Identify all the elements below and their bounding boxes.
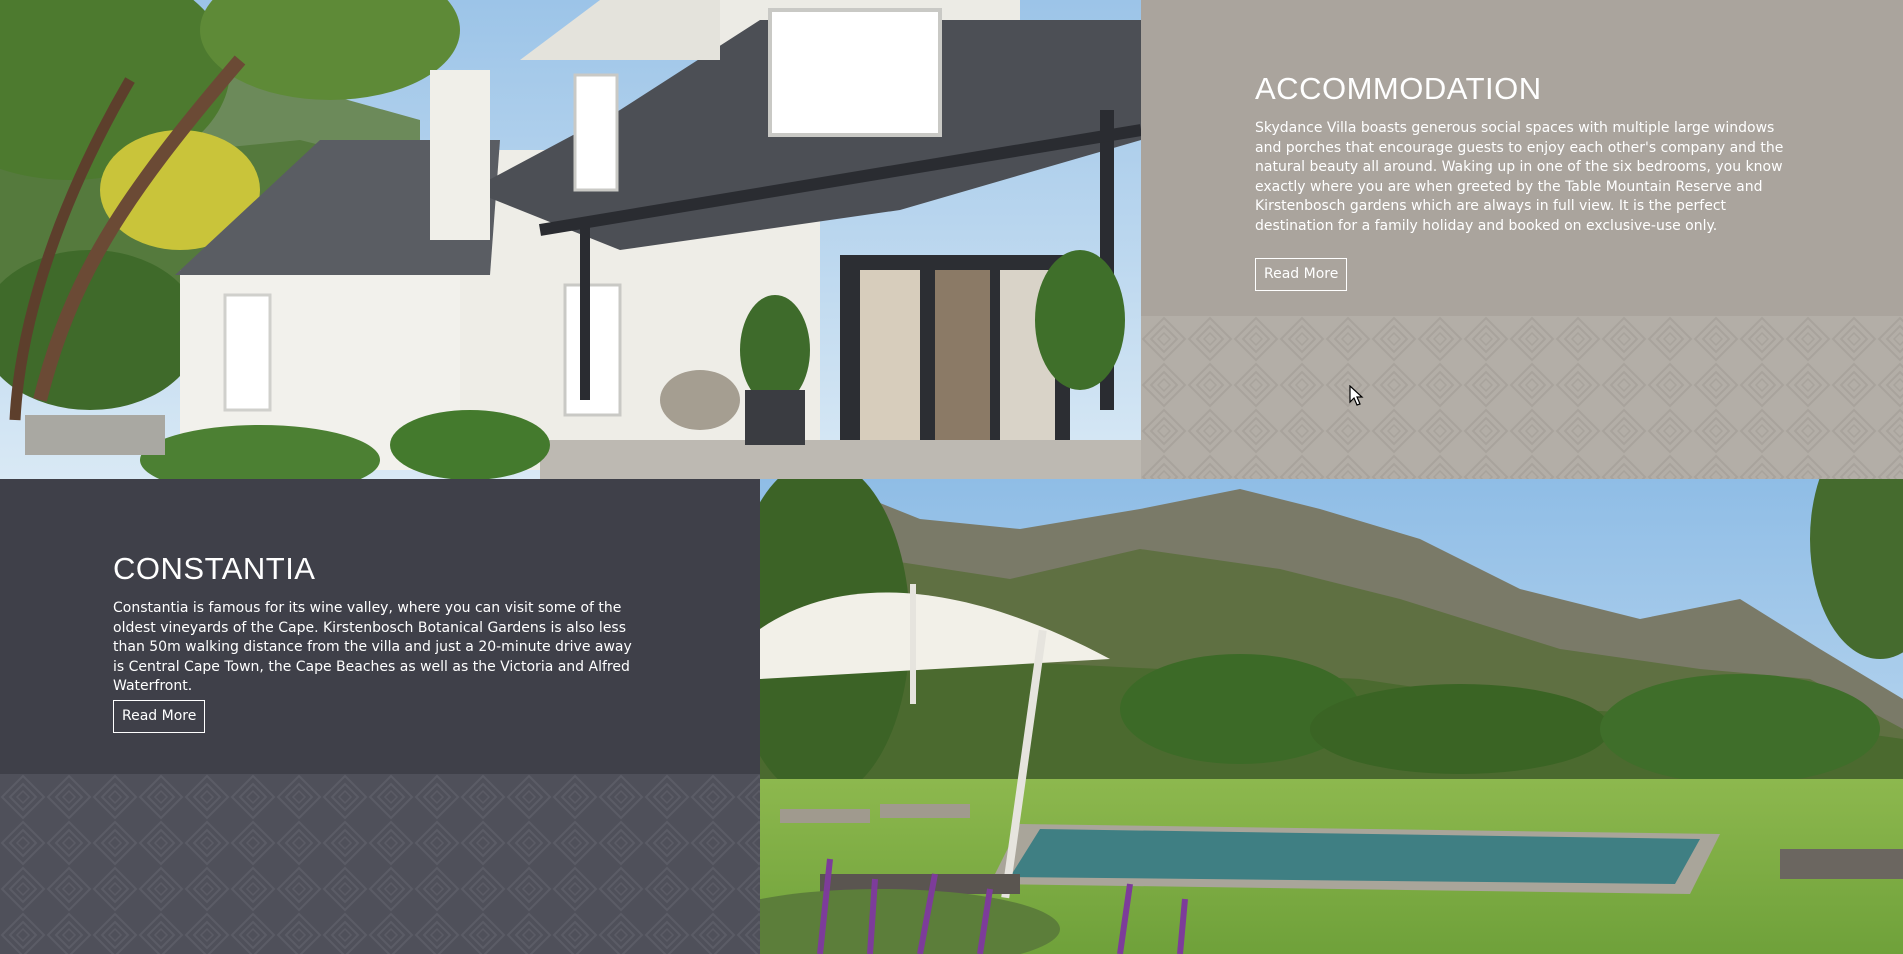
villa-exterior-photo — [0, 0, 1141, 479]
mouse-pointer-icon — [1349, 385, 1364, 406]
accommodation-pattern-background — [1141, 316, 1903, 479]
constantia-heading: CONSTANTIA — [113, 551, 316, 586]
accommodation-description: Skydance Villa boasts generous social sp… — [1255, 120, 1784, 234]
constantia-description: Constantia is famous for its wine valley… — [113, 600, 632, 694]
accommodation-read-more-button[interactable]: Read More — [1255, 258, 1348, 291]
constantia-read-more-button[interactable]: Read More — [113, 700, 206, 733]
accommodation-heading: ACCOMMODATION — [1255, 71, 1542, 106]
garden-pool-photo — [760, 479, 1903, 954]
constantia-pattern-background — [0, 774, 760, 954]
